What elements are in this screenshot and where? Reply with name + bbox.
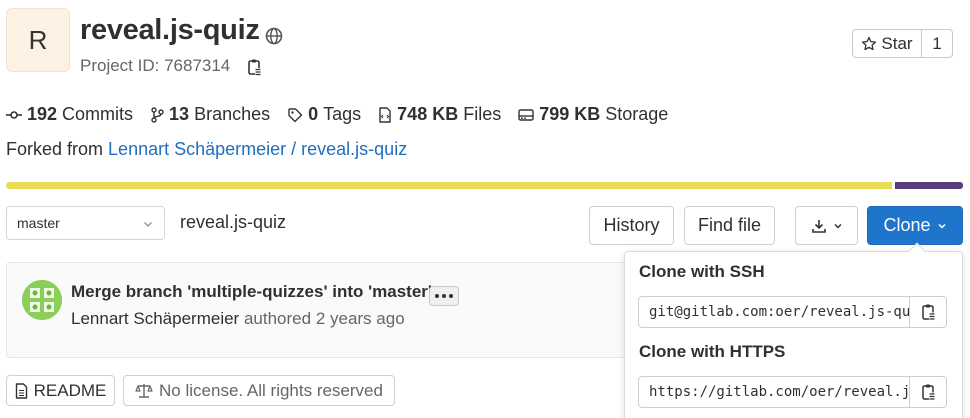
branch-icon (151, 106, 164, 123)
language-bar (6, 182, 963, 189)
language-bar-segment-2[interactable] (895, 182, 963, 189)
download-icon (811, 219, 826, 233)
chevron-down-icon (937, 223, 946, 229)
storage-stat[interactable]: 799 KB Storage (518, 104, 668, 125)
scale-icon (135, 383, 153, 398)
forked-from: Forked from Lennart Schäpermeier / revea… (6, 139, 407, 160)
project-avatar: R (6, 8, 70, 72)
branches-label: Branches (194, 104, 271, 124)
commits-label: Commits (62, 104, 134, 124)
storage-icon (518, 108, 534, 121)
identicon-icon (22, 280, 62, 320)
ssh-url-input[interactable]: git@gitlab.com:oer/reveal.js-quiz.git (638, 296, 910, 328)
commit-time: 2 years ago (315, 309, 405, 328)
star-button[interactable]: Star (852, 29, 922, 58)
download-button[interactable] (795, 206, 858, 245)
copy-project-id-icon[interactable] (246, 58, 262, 76)
license-label: No license. All rights reserved (159, 380, 383, 400)
copy-https-url-button[interactable] (909, 376, 947, 408)
copy-ssh-url-button[interactable] (909, 296, 947, 328)
commits-count: 192 (27, 104, 58, 124)
globe-icon (265, 27, 283, 45)
project-title[interactable]: reveal.js-quiz (80, 14, 260, 47)
toggle-commit-description-button[interactable] (429, 286, 459, 306)
storage-size: 799 KB (539, 104, 601, 124)
chevron-down-icon (833, 223, 842, 229)
commit-author-link[interactable]: Lennart Schäpermeier (71, 309, 239, 328)
https-url-input[interactable]: https://gitlab.com/oer/reveal.js-quiz.gi… (638, 376, 910, 408)
branches-stat[interactable]: 13 Branches (150, 104, 270, 125)
clipboard-icon (921, 304, 936, 321)
star-label: Star (881, 33, 913, 53)
files-stat[interactable]: 748 KB Files (378, 104, 501, 125)
readme-label: README (33, 380, 107, 400)
file-icon (379, 106, 391, 123)
clipboard-icon (921, 384, 936, 401)
files-label: Files (463, 104, 502, 124)
readme-button[interactable]: README (6, 375, 115, 406)
repo-breadcrumb[interactable]: reveal.js-quiz (180, 212, 286, 233)
clone-https-heading: Clone with HTTPS (639, 342, 786, 361)
star-icon (862, 36, 877, 50)
language-bar-segment-1[interactable] (6, 182, 892, 189)
clone-ssh-heading: Clone with SSH (639, 262, 765, 281)
commit-title[interactable]: Merge branch 'multiple-quizzes' into 'ma… (71, 282, 432, 302)
forked-prefix: Forked from (6, 139, 104, 159)
commit-meta: Lennart Schäpermeier authored 2 years ag… (71, 309, 405, 329)
tags-count: 0 (308, 104, 319, 124)
forked-source-link[interactable]: Lennart Schäpermeier / reveal.js-quiz (108, 139, 407, 159)
ellipsis-dot (435, 294, 439, 298)
commit-action: authored (243, 309, 312, 328)
files-size: 748 KB (397, 104, 459, 124)
tags-label: Tags (323, 104, 362, 124)
clone-label: Clone (883, 215, 931, 235)
ellipsis-dot (449, 294, 453, 298)
branches-count: 13 (169, 104, 190, 124)
star-count[interactable]: 1 (921, 29, 953, 58)
ellipsis-dot (442, 294, 446, 298)
tags-stat[interactable]: 0 Tags (287, 104, 361, 125)
project-id: Project ID: 7687314 (80, 56, 231, 75)
storage-label: Storage (605, 104, 669, 124)
chevron-down-icon (143, 221, 153, 228)
branch-name: master (17, 215, 60, 231)
find-file-button[interactable]: Find file (684, 206, 775, 245)
commit-author-avatar[interactable] (22, 280, 62, 320)
license-badge[interactable]: No license. All rights reserved (123, 375, 395, 406)
commits-stat[interactable]: 192 Commits (6, 104, 133, 125)
branch-dropdown[interactable]: master (6, 206, 165, 240)
history-button[interactable]: History (589, 206, 674, 245)
tag-icon (288, 107, 303, 122)
project-stats: 192 Commits 13 Branches 0 Tags 748 KB Fi… (6, 104, 685, 125)
clone-button[interactable]: Clone (867, 206, 963, 245)
file-text-icon (15, 382, 27, 399)
commit-icon (6, 110, 22, 119)
